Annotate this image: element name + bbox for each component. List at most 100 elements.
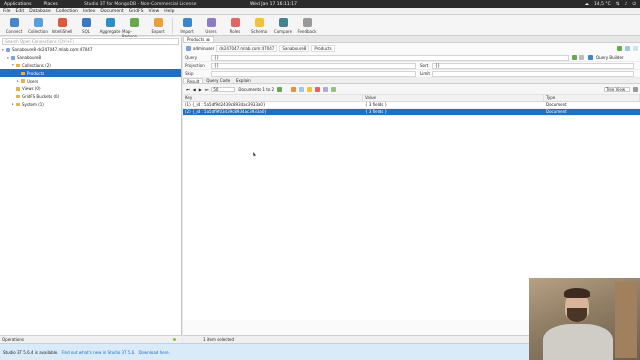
temperature[interactable]: 14,5 °C	[594, 2, 611, 7]
feedback-button[interactable]: Feedback	[295, 15, 319, 34]
tab-explain[interactable]: Explain	[233, 78, 254, 83]
places-menu[interactable]: Places	[44, 2, 58, 7]
tree-item[interactable]: ▸ Products	[0, 69, 181, 78]
webcam-background	[615, 282, 637, 358]
menu-document[interactable]: Document	[100, 9, 123, 14]
run-query-icon[interactable]	[617, 46, 622, 51]
tree-item[interactable]: Views (0)	[0, 85, 181, 93]
menu-collection[interactable]: Collection	[56, 9, 78, 14]
tree-item-label: Sanaboure8	[17, 55, 42, 61]
tree-item[interactable]: ▸ System (1)	[0, 101, 181, 109]
collection-button[interactable]: Collection	[26, 15, 50, 34]
import-icon[interactable]	[331, 86, 337, 92]
table-row[interactable]: (1) {_id : 5a5df9d2439c8934ac3933a0} { 3…	[183, 102, 640, 109]
menu-bar: File Edit Database Collection Index Docu…	[0, 8, 640, 15]
roles-button[interactable]: Roles	[223, 15, 247, 34]
row-type: Document	[546, 109, 567, 114]
grid-header: Key Value Type	[183, 95, 640, 102]
clock[interactable]: Wed Jan 17 16:11:17	[250, 2, 297, 7]
menu-file[interactable]: File	[3, 9, 11, 14]
breadcrumb-server[interactable]: ds247047.mlab.com:47047	[216, 45, 278, 52]
help-icon[interactable]	[588, 55, 593, 60]
connection-search-input[interactable]: Search Open Connections (Ctrl+F) ...	[2, 38, 179, 45]
tree-item[interactable]: ▾ Collections (2)	[0, 62, 181, 70]
sql-button[interactable]: SQL	[74, 15, 98, 34]
row-key: (1) {_id : 5a5df9d2439c8934ac3933a0}	[185, 102, 266, 107]
menu-view[interactable]: View	[149, 9, 160, 14]
tree-item[interactable]: GridFS Buckets (0)	[0, 93, 181, 101]
database-icon	[11, 55, 15, 60]
delete-document-icon[interactable]	[315, 86, 321, 92]
breadcrumb-collection[interactable]: Products	[311, 45, 335, 52]
tree-item[interactable]: ▾ Sanaboure8	[0, 54, 181, 62]
intellishell-button[interactable]: IntelliShell	[50, 15, 74, 34]
export-button[interactable]: Export	[146, 15, 170, 34]
query-builder-button[interactable]: Query Builder	[596, 55, 624, 60]
close-icon[interactable]: ⊠	[206, 37, 209, 42]
applications-menu[interactable]: Applications	[4, 2, 32, 7]
export-icon	[153, 18, 163, 27]
menu-index[interactable]: Index	[83, 9, 95, 14]
tab-products[interactable]: Products ⊠	[183, 36, 214, 42]
aggregate-button[interactable]: Aggregate	[98, 15, 122, 34]
settings-icon[interactable]	[625, 46, 630, 51]
add-document-icon[interactable]	[291, 86, 297, 92]
query-row: Query {} Query Builder	[183, 54, 640, 62]
limit-input[interactable]	[432, 70, 634, 77]
export-icon[interactable]	[323, 86, 329, 92]
map-reduce-button[interactable]: Map-Reduce	[122, 15, 146, 39]
active-app-title[interactable]: Studio 3T for MongoDB - Non-Commercial L…	[84, 2, 196, 7]
status-indicator-icon	[173, 338, 176, 341]
tab-result[interactable]: Result	[183, 78, 204, 84]
copy-document-icon[interactable]	[307, 86, 313, 92]
menu-gridfs[interactable]: GridFS	[129, 9, 144, 14]
import-icon	[182, 18, 192, 27]
menu-help[interactable]: Help	[164, 9, 174, 14]
menu-edit[interactable]: Edit	[16, 9, 25, 14]
volume-icon[interactable]: ♪	[625, 2, 628, 7]
column-type[interactable]: Type	[544, 95, 640, 101]
edit-document-icon[interactable]	[299, 86, 305, 92]
column-key[interactable]: Key	[183, 95, 363, 101]
import-button[interactable]: Import	[175, 15, 199, 34]
view-mode-select[interactable]: Tree View	[604, 86, 630, 92]
tab-query-code[interactable]: Query Code	[203, 78, 233, 83]
download-link[interactable]: Download here.	[138, 350, 169, 355]
play-icon[interactable]	[572, 55, 577, 60]
roles-icon	[230, 18, 240, 27]
compare-button[interactable]: Compare	[271, 15, 295, 34]
power-icon[interactable]: ⏻	[632, 1, 636, 7]
sort-label: Sort	[420, 63, 429, 68]
table-row[interactable]: (2) {_id : 5a5df9f03439c8934ac3933a0} { …	[183, 109, 640, 116]
roles-label: Roles	[229, 29, 241, 34]
prev-page-icon[interactable]: ◀	[193, 87, 196, 92]
collection-icon	[33, 18, 43, 27]
connect-button[interactable]: Connect	[2, 15, 26, 34]
first-page-icon[interactable]: ⏮	[186, 87, 190, 92]
projection-label: Projection	[185, 63, 205, 68]
last-page-icon[interactable]: ⏭	[205, 87, 209, 92]
tree-item[interactable]: ▾ Sanaboure8 ds247047.mlab.com:47047	[0, 46, 181, 54]
breadcrumb-database[interactable]: Sanaboure8	[279, 45, 310, 52]
users-button[interactable]: Users	[199, 15, 223, 34]
toolbar-separator	[172, 18, 173, 34]
chevron-down-icon[interactable]	[579, 55, 584, 60]
network-icon[interactable]: ⇅	[616, 2, 620, 7]
projection-input[interactable]: {}	[211, 62, 416, 69]
next-page-icon[interactable]: ▶	[199, 87, 202, 92]
layout-icon[interactable]	[633, 46, 638, 51]
aggregate-icon	[105, 18, 115, 27]
whats-new-link[interactable]: Find out what's new in Studio 3T 5.6.	[62, 350, 136, 355]
sort-input[interactable]: {}	[432, 62, 634, 69]
view-options-icon[interactable]	[633, 86, 638, 92]
tree-item[interactable]: ▸ Users	[0, 77, 181, 85]
page-size-select[interactable]: 50	[211, 86, 236, 92]
schema-button[interactable]: Schema	[247, 15, 271, 34]
menu-database[interactable]: Database	[29, 9, 50, 14]
skip-input[interactable]	[211, 70, 416, 77]
operations-panel[interactable]: Operations	[0, 335, 182, 343]
refresh-icon[interactable]	[277, 86, 283, 92]
query-input[interactable]: {}	[211, 54, 569, 61]
column-value[interactable]: Value	[363, 95, 544, 101]
tree-item-label: Collections (2)	[22, 62, 51, 68]
